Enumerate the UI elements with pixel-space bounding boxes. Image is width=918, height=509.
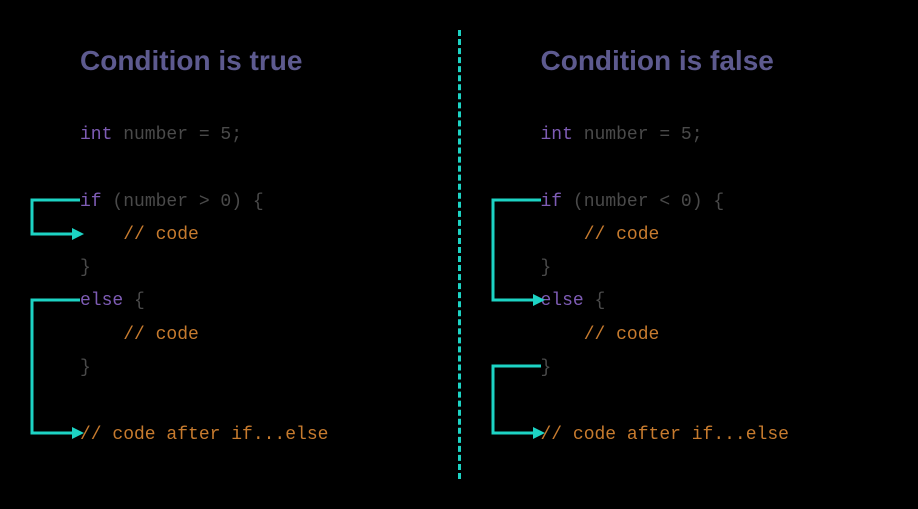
right-panel: Condition is false int number = 5; if (n… (461, 0, 918, 509)
code-declaration: int number = 5; (541, 119, 889, 152)
if-body: // code (541, 219, 889, 252)
else-line: else { (80, 285, 428, 318)
blank-line (80, 152, 428, 185)
if-close-brace: } (80, 252, 428, 285)
left-panel: Condition is true int number = 5; if (nu… (0, 0, 458, 509)
keyword-if: if (80, 192, 102, 212)
else-line: else { (541, 285, 889, 318)
keyword-int: int (541, 125, 573, 145)
blank-line (541, 152, 889, 185)
blank-line (80, 385, 428, 418)
keyword-else: else (80, 291, 123, 311)
else-open-brace: { (584, 291, 606, 311)
if-condition: (number < 0) { (562, 192, 724, 212)
after-line: // code after if...else (541, 419, 889, 452)
declaration-text: number = 5; (112, 125, 242, 145)
left-heading: Condition is true (80, 45, 428, 77)
keyword-int: int (80, 125, 112, 145)
blank-line (541, 385, 889, 418)
comment-code: // code (541, 325, 660, 345)
if-condition: (number > 0) { (102, 192, 264, 212)
if-body: // code (80, 219, 428, 252)
else-close-brace: } (541, 352, 889, 385)
after-line: // code after if...else (80, 419, 428, 452)
else-open-brace: { (123, 291, 145, 311)
else-close-brace: } (80, 352, 428, 385)
if-line: if (number > 0) { (80, 186, 428, 219)
right-code: int number = 5; if (number < 0) { // cod… (541, 119, 889, 452)
else-body: // code (80, 319, 428, 352)
left-code: int number = 5; if (number > 0) { // cod… (80, 119, 428, 452)
right-heading: Condition is false (541, 45, 889, 77)
comment-code: // code (541, 225, 660, 245)
comment-code: // code (80, 225, 199, 245)
if-close-brace: } (541, 252, 889, 285)
comment-after: // code after if...else (541, 425, 789, 445)
code-declaration: int number = 5; (80, 119, 428, 152)
comment-code: // code (80, 325, 199, 345)
keyword-if: if (541, 192, 563, 212)
diagram-container: Condition is true int number = 5; if (nu… (0, 0, 918, 509)
if-line: if (number < 0) { (541, 186, 889, 219)
comment-after: // code after if...else (80, 425, 328, 445)
keyword-else: else (541, 291, 584, 311)
else-body: // code (541, 319, 889, 352)
declaration-text: number = 5; (573, 125, 703, 145)
